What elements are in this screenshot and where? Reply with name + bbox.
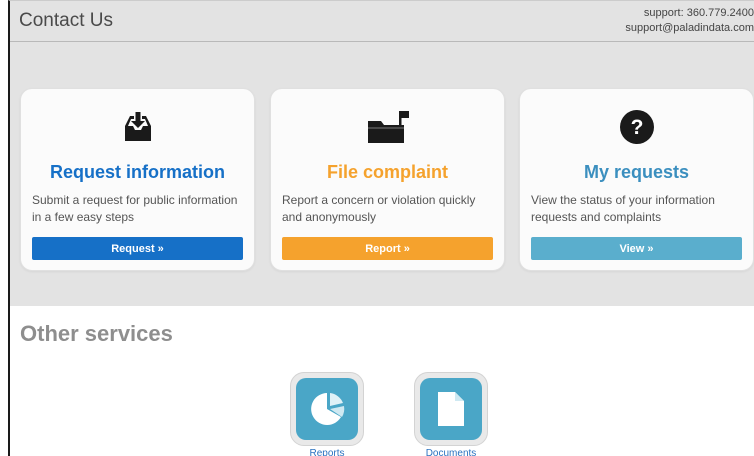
inbox-download-icon	[21, 107, 254, 147]
services-panel: Contact Us support: 360.779.2400 support…	[10, 1, 754, 306]
folder-flag-icon	[271, 107, 504, 147]
documents-tile[interactable]	[414, 372, 488, 446]
page-frame: Contact Us support: 360.779.2400 support…	[8, 0, 754, 456]
card-description: Submit a request for public information …	[32, 193, 238, 224]
card-my-requests: ? My requests View the status of your in…	[519, 88, 754, 271]
request-button[interactable]: Request »	[32, 237, 243, 260]
card-description: View the status of your information requ…	[531, 193, 715, 224]
support-contact: support: 360.779.2400 support@paladindat…	[625, 6, 754, 36]
card-file-complaint: File complaint Report a concern or viola…	[270, 88, 505, 271]
card-description: Report a concern or violation quickly an…	[282, 193, 476, 224]
reports-label[interactable]: Reports	[287, 448, 367, 456]
svg-text:?: ?	[630, 116, 643, 139]
question-circle-icon: ?	[520, 107, 753, 147]
card-title: Request information	[49, 162, 225, 182]
document-icon	[420, 378, 482, 440]
pie-chart-icon	[296, 378, 358, 440]
card-title: My requests	[583, 162, 690, 182]
page-title: Contact Us	[19, 10, 113, 31]
support-phone: support: 360.779.2400	[643, 7, 754, 19]
report-button[interactable]: Report »	[282, 237, 493, 260]
page-header: Contact Us support: 360.779.2400 support…	[10, 1, 754, 42]
view-button[interactable]: View »	[531, 237, 742, 260]
documents-label[interactable]: Documents	[411, 448, 491, 456]
reports-tile[interactable]	[290, 372, 364, 446]
other-services-title: Other services	[20, 321, 173, 346]
card-request-information: Request information Submit a request for…	[20, 88, 255, 271]
card-title: File complaint	[326, 162, 449, 182]
support-email[interactable]: support@paladindata.com	[625, 21, 754, 36]
